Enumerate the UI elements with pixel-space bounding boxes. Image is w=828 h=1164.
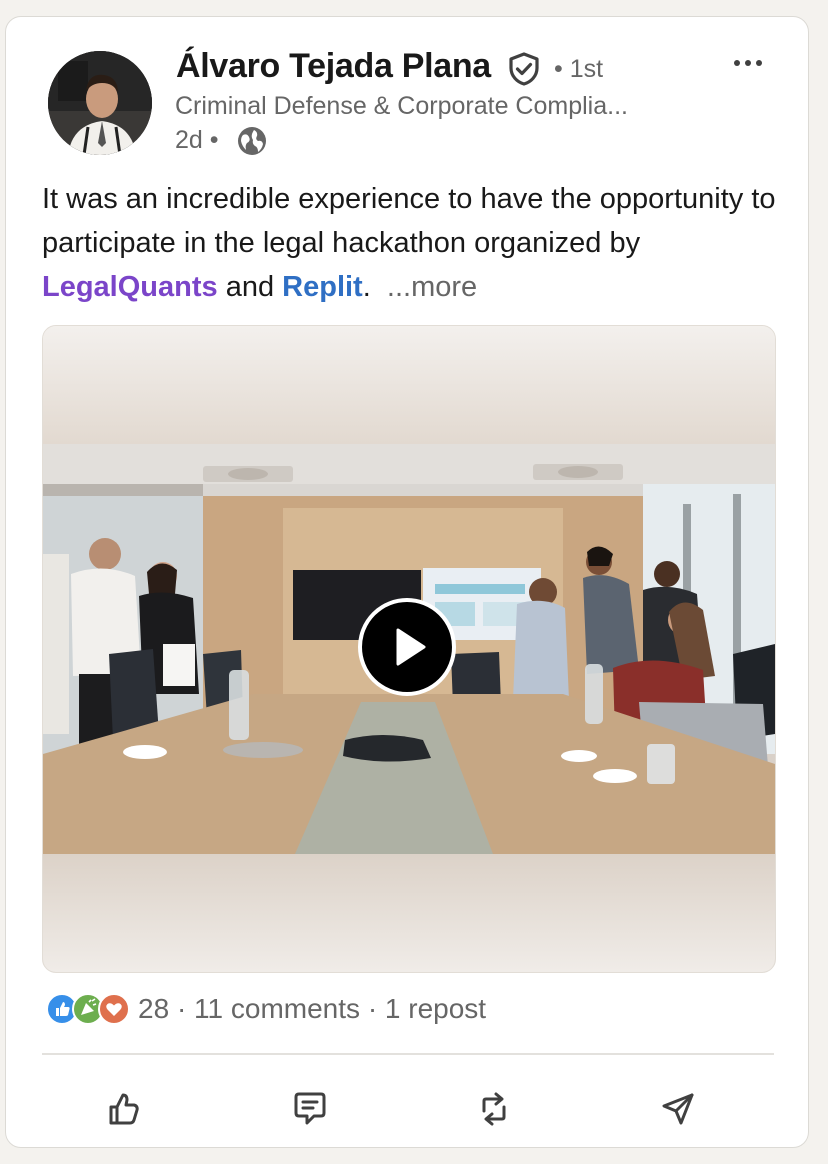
connection-degree: • 1st <box>554 55 604 83</box>
more-options-icon[interactable] <box>726 49 770 77</box>
comment-icon[interactable] <box>290 1089 330 1129</box>
reposts-count[interactable]: · 1 repost <box>368 993 486 1025</box>
mention-legalquants[interactable]: LegalQuants <box>42 271 218 303</box>
social-counts[interactable]: 28 · 11 comments · 1 repost <box>46 989 486 1029</box>
comments-count[interactable]: · 11 comments <box>177 993 360 1025</box>
author-headline: Criminal Defense & Corporate Complia... <box>175 92 628 120</box>
love-reaction-icon <box>98 993 130 1025</box>
post-card: Álvaro Tejada Plana • 1st Criminal Defen… <box>5 16 809 1148</box>
reactions-count[interactable]: 28 <box>138 993 169 1025</box>
video-letterbox-bottom <box>43 854 775 972</box>
like-icon[interactable] <box>103 1089 143 1129</box>
post-text-part: and <box>217 271 283 303</box>
play-icon[interactable] <box>358 598 456 696</box>
globe-icon <box>238 127 266 155</box>
mention-replit[interactable]: Replit <box>282 271 363 303</box>
avatar[interactable] <box>48 51 152 155</box>
send-icon[interactable] <box>658 1089 698 1129</box>
post-text-part: It was an incredible experience to have … <box>42 183 776 259</box>
post-body: It was an incredible experience to have … <box>42 177 782 309</box>
author-name[interactable]: Álvaro Tejada Plana <box>176 47 491 86</box>
post-timestamp: 2d • <box>175 126 219 154</box>
video-letterbox-top <box>43 326 775 444</box>
post-text-part: . <box>362 271 371 303</box>
repost-icon[interactable] <box>474 1089 514 1129</box>
see-more-link[interactable]: ...more <box>387 271 477 303</box>
verified-shield-icon <box>509 52 539 86</box>
video-player[interactable] <box>42 325 776 973</box>
reaction-icons <box>46 991 138 1027</box>
divider <box>42 1053 774 1055</box>
